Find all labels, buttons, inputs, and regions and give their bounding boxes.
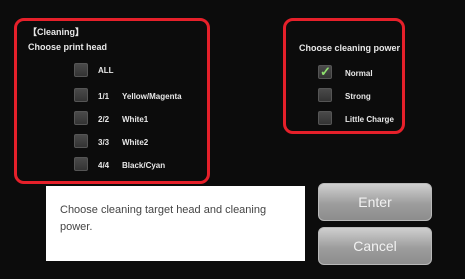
head-option-3-number: 3/3	[98, 138, 110, 147]
checkbox-head-1[interactable]: ✓	[74, 88, 88, 102]
cleaning-power-group-label: Choose cleaning power	[299, 43, 401, 53]
head-option-4-label: Black/Cyan	[122, 161, 166, 170]
section-title: 【Cleaning】	[28, 27, 85, 37]
message-text: Choose cleaning target head and cleaning…	[60, 204, 267, 233]
head-option-all-label: ALL	[98, 66, 114, 75]
check-icon: ✓	[320, 64, 331, 79]
cancel-button[interactable]: Cancel	[318, 227, 432, 265]
power-option-strong-label: Strong	[345, 92, 371, 101]
power-option-normal-label: Normal	[345, 69, 373, 78]
head-option-1-label: Yellow/Magenta	[122, 92, 182, 101]
message-box: Choose cleaning target head and cleaning…	[46, 186, 305, 261]
checkbox-power-little-charge[interactable]: ✓	[318, 111, 332, 125]
checkbox-power-strong[interactable]: ✓	[318, 88, 332, 102]
checkbox-power-normal[interactable]: ✓	[318, 64, 332, 79]
checkbox-head-4[interactable]: ✓	[74, 157, 88, 171]
power-option-little-charge-label: Little Charge	[345, 115, 394, 124]
checkbox-head-3[interactable]: ✓	[74, 134, 88, 148]
head-option-2-number: 2/2	[98, 115, 110, 124]
head-option-2-label: White1	[122, 115, 149, 124]
head-option-3-label: White2	[122, 138, 149, 147]
head-option-1-number: 1/1	[98, 92, 110, 101]
checkbox-head-all[interactable]: ✓	[74, 63, 88, 77]
checkbox-head-2[interactable]: ✓	[74, 111, 88, 125]
enter-button[interactable]: Enter	[318, 183, 432, 221]
head-option-4-number: 4/4	[98, 161, 110, 170]
print-head-group-label: Choose print head	[28, 42, 108, 52]
